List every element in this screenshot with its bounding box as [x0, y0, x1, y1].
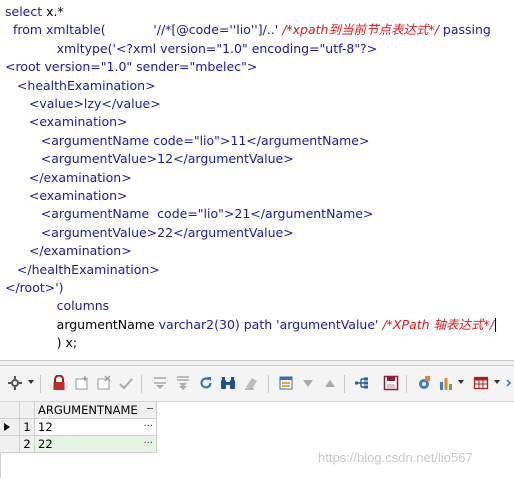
- chart-icon[interactable]: [437, 374, 455, 392]
- code-line[interactable]: </healthExamination>: [5, 261, 160, 279]
- code-token: <argumentValue>12</argumentValue>: [5, 151, 294, 167]
- filter-all-icon[interactable]: [174, 374, 192, 392]
- code-line[interactable]: <value>lzy</value>: [5, 95, 161, 113]
- delete-record-icon[interactable]: [95, 374, 113, 392]
- column-resize-icon: [147, 408, 153, 409]
- code-token: </root>'): [5, 280, 64, 295]
- toolbar-separator: [406, 375, 407, 393]
- overflow-chevron-icon[interactable]: [504, 374, 514, 392]
- code-line[interactable]: <examination>: [5, 113, 128, 131]
- code-line[interactable]: argumentName varchar2(30) path 'argument…: [5, 316, 496, 334]
- current-row-arrow-icon: [4, 423, 10, 431]
- code-keyword: varchar2(30): [158, 316, 244, 332]
- code-token: <examination>: [5, 114, 128, 130]
- code-keyword: columns: [5, 298, 110, 314]
- code-keyword: xmltable(: [46, 22, 106, 38]
- grid-left-border: [0, 453, 1, 478]
- code-line[interactable]: <argumentName code="lio">21</argumentNam…: [5, 205, 374, 223]
- refresh-icon[interactable]: [197, 374, 215, 392]
- cell-value: 12: [38, 420, 53, 434]
- column-header-argumentname[interactable]: ARGUMENTNAME: [35, 402, 157, 419]
- code-token: </examination>: [5, 243, 132, 259]
- cell-edit-ellipsis[interactable]: ···: [143, 419, 153, 435]
- code-keyword: xmltype(: [5, 40, 113, 56]
- print-icon[interactable]: [415, 374, 433, 392]
- code-line[interactable]: </examination>: [5, 169, 132, 187]
- row-indicator[interactable]: [0, 436, 20, 453]
- row-indicator[interactable]: [0, 419, 20, 436]
- code-token: </examination>: [5, 169, 132, 185]
- save-icon[interactable]: [382, 374, 400, 392]
- toolbar-separator: [40, 375, 41, 393]
- result-grid: ARGUMENTNAME 1 12 ··· 2 22 ···: [0, 402, 514, 478]
- code-token: <argumentName code="lio">21</argumentNam…: [5, 206, 374, 222]
- filter-down-icon[interactable]: [151, 374, 169, 392]
- code-token: <argumentName code="lio">11</argumentNam…: [5, 132, 370, 148]
- cell-edit-ellipsis[interactable]: ···: [143, 436, 153, 452]
- text-cursor: [494, 318, 496, 333]
- cell-value: 22: [38, 437, 53, 451]
- table-cell[interactable]: 22 ···: [35, 436, 157, 453]
- row-number: 1: [20, 419, 35, 436]
- add-record-icon[interactable]: [73, 374, 91, 392]
- watermark: https://blog.csdn.net/lio567: [318, 450, 473, 465]
- toolbar-separator: [141, 375, 142, 393]
- code-line[interactable]: <examination>: [5, 187, 128, 205]
- single-record-view-icon[interactable]: [277, 374, 295, 392]
- sort-up-icon[interactable]: [321, 374, 339, 392]
- code-keyword: from: [5, 22, 47, 38]
- code-token: '//*[@code=''lio'']/..': [105, 22, 283, 38]
- post-icon[interactable]: [117, 374, 135, 392]
- lock-icon[interactable]: [50, 374, 68, 392]
- code-token: <healthExamination>: [5, 77, 156, 93]
- row-number: 2: [20, 436, 35, 453]
- code-token: <argumentValue>22</argumentValue>: [5, 224, 294, 240]
- code-token: '<?xml version="1.0" encoding="utf-8"?>: [112, 40, 378, 56]
- toolbar-separator: [344, 375, 345, 393]
- code-keyword: path: [243, 316, 277, 332]
- grid-corner[interactable]: [0, 402, 20, 419]
- sort-down-icon[interactable]: [299, 374, 317, 392]
- table-cell[interactable]: 12 ···: [35, 419, 157, 436]
- row-number-header: [20, 402, 35, 419]
- find-icon[interactable]: [219, 374, 237, 392]
- export-dropdown-icon[interactable]: [494, 380, 500, 384]
- code-line[interactable]: <root version="1.0" sender="mbelec">: [5, 58, 257, 76]
- code-line[interactable]: ) x;: [5, 334, 77, 352]
- toolbar-separator: [268, 375, 269, 393]
- code-line[interactable]: <argumentValue>22</argumentValue>: [5, 224, 294, 242]
- code-line[interactable]: <argumentValue>12</argumentValue>: [5, 150, 294, 168]
- code-token: </healthExamination>: [5, 261, 160, 277]
- code-token: argumentName: [5, 316, 159, 332]
- code-token: ) x;: [5, 335, 78, 351]
- code-line[interactable]: select x.*: [5, 3, 64, 21]
- code-keyword: passing: [438, 22, 491, 38]
- code-line[interactable]: from xmltable( '//*[@code=''lio'']/..' /…: [5, 21, 491, 39]
- chart-dropdown-icon[interactable]: [458, 380, 464, 384]
- query-by-example-icon[interactable]: [353, 374, 371, 392]
- sql-editor[interactable]: select x.* from xmltable( '//*[@code=''l…: [0, 0, 514, 360]
- code-comment: /*xpath到当前节点表达式*/: [282, 22, 439, 38]
- code-line[interactable]: </root>'): [5, 279, 64, 297]
- code-line[interactable]: </examination>: [5, 242, 132, 260]
- settings-icon[interactable]: [6, 374, 24, 392]
- code-comment: /*XPath 轴表达式*/: [382, 316, 494, 332]
- export-grid-icon[interactable]: [472, 374, 490, 392]
- code-line[interactable]: <argumentName code="lio">11</argumentNam…: [5, 132, 370, 150]
- code-token: 'argumentValue': [276, 316, 383, 332]
- code-line[interactable]: columns: [5, 297, 110, 315]
- column-header-label: ARGUMENTNAME: [38, 403, 138, 417]
- code-keyword: select: [5, 4, 47, 19]
- code-line[interactable]: xmltype('<?xml version="1.0" encoding="u…: [5, 40, 378, 58]
- code-token: <value>lzy</value>: [5, 96, 161, 111]
- settings-dropdown-icon[interactable]: [28, 380, 34, 384]
- clear-icon[interactable]: [242, 374, 260, 392]
- code-token: <root version="1.0" sender="mbelec">: [5, 59, 258, 75]
- code-token: x.*: [46, 4, 64, 19]
- code-token: <examination>: [5, 188, 128, 203]
- result-toolbar: [0, 366, 514, 402]
- code-line[interactable]: <healthExamination>: [5, 77, 156, 95]
